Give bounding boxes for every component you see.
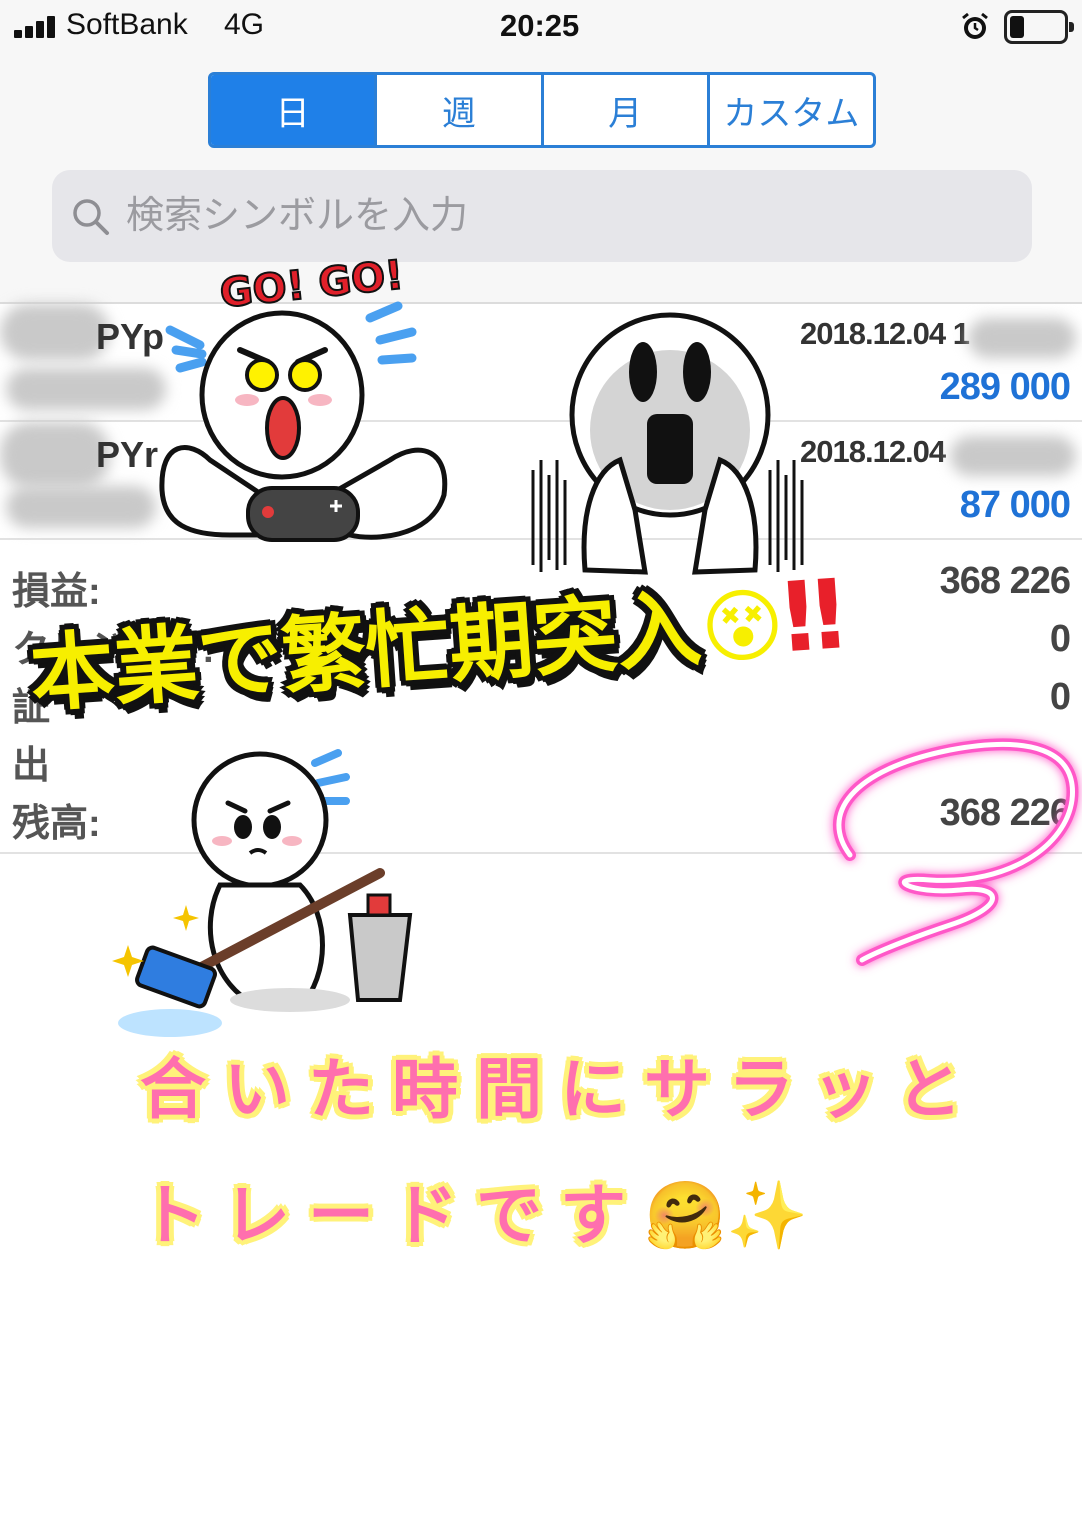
summary-value: 0 xyxy=(1049,618,1071,660)
caption-line-1: 合いた時間にサラッと xyxy=(140,1051,980,1128)
redacted-blur xyxy=(950,436,1076,476)
sticker-text: GO! GO! xyxy=(218,252,406,317)
dizzy-face-emoji: 😵 xyxy=(697,577,788,676)
period-segmented-control: 日 週 月 カスタム xyxy=(208,72,876,148)
redacted-blur xyxy=(968,318,1076,358)
position-symbol: PYr xyxy=(96,434,159,475)
tab-day[interactable]: 日 xyxy=(211,75,375,145)
search-icon xyxy=(73,199,109,235)
status-bar: SoftBank 4G 20:25 xyxy=(0,0,1082,56)
tab-custom[interactable]: カスタム xyxy=(706,75,873,145)
highlight-circle xyxy=(832,738,1079,966)
hugging-face-emoji: 🤗✨ xyxy=(644,1177,809,1254)
summary-label: 残高: xyxy=(12,803,101,845)
summary-value: 368 226 xyxy=(939,560,1071,602)
position-time: 2018.12.04 1 xyxy=(800,316,970,351)
position-time: 2018.12.04 xyxy=(800,434,946,469)
position-profit: 87 000 xyxy=(959,484,1071,526)
carrier-name: SoftBank xyxy=(66,8,188,41)
redacted-blur xyxy=(0,304,110,360)
search-bar[interactable] xyxy=(52,170,1032,262)
summary-label: 出 xyxy=(12,745,51,787)
double-exclamation-icon: ‼ xyxy=(779,558,848,675)
battery-icon xyxy=(1004,10,1074,44)
redacted-blur xyxy=(6,368,166,410)
cleaning-character-sticker xyxy=(112,749,413,1037)
signal-strength-icon xyxy=(14,16,58,38)
alarm-icon xyxy=(962,12,988,39)
caption-line-2: トレードです🤗✨ xyxy=(140,1162,808,1258)
redacted-blur xyxy=(6,486,156,528)
shocked-character-sticker xyxy=(531,312,804,575)
tab-month[interactable]: 月 xyxy=(540,75,707,145)
tab-week[interactable]: 週 xyxy=(374,75,540,145)
status-time: 20:25 xyxy=(500,8,580,43)
redacted-blur xyxy=(0,422,110,488)
gaming-character-sticker: GO! GO! xyxy=(159,251,448,542)
summary-value: 0 xyxy=(1049,676,1071,718)
caption-line-2-text: トレードです xyxy=(140,1177,644,1254)
network-type: 4G xyxy=(224,8,265,41)
position-profit: 289 000 xyxy=(939,366,1071,408)
search-input[interactable] xyxy=(126,184,1006,246)
